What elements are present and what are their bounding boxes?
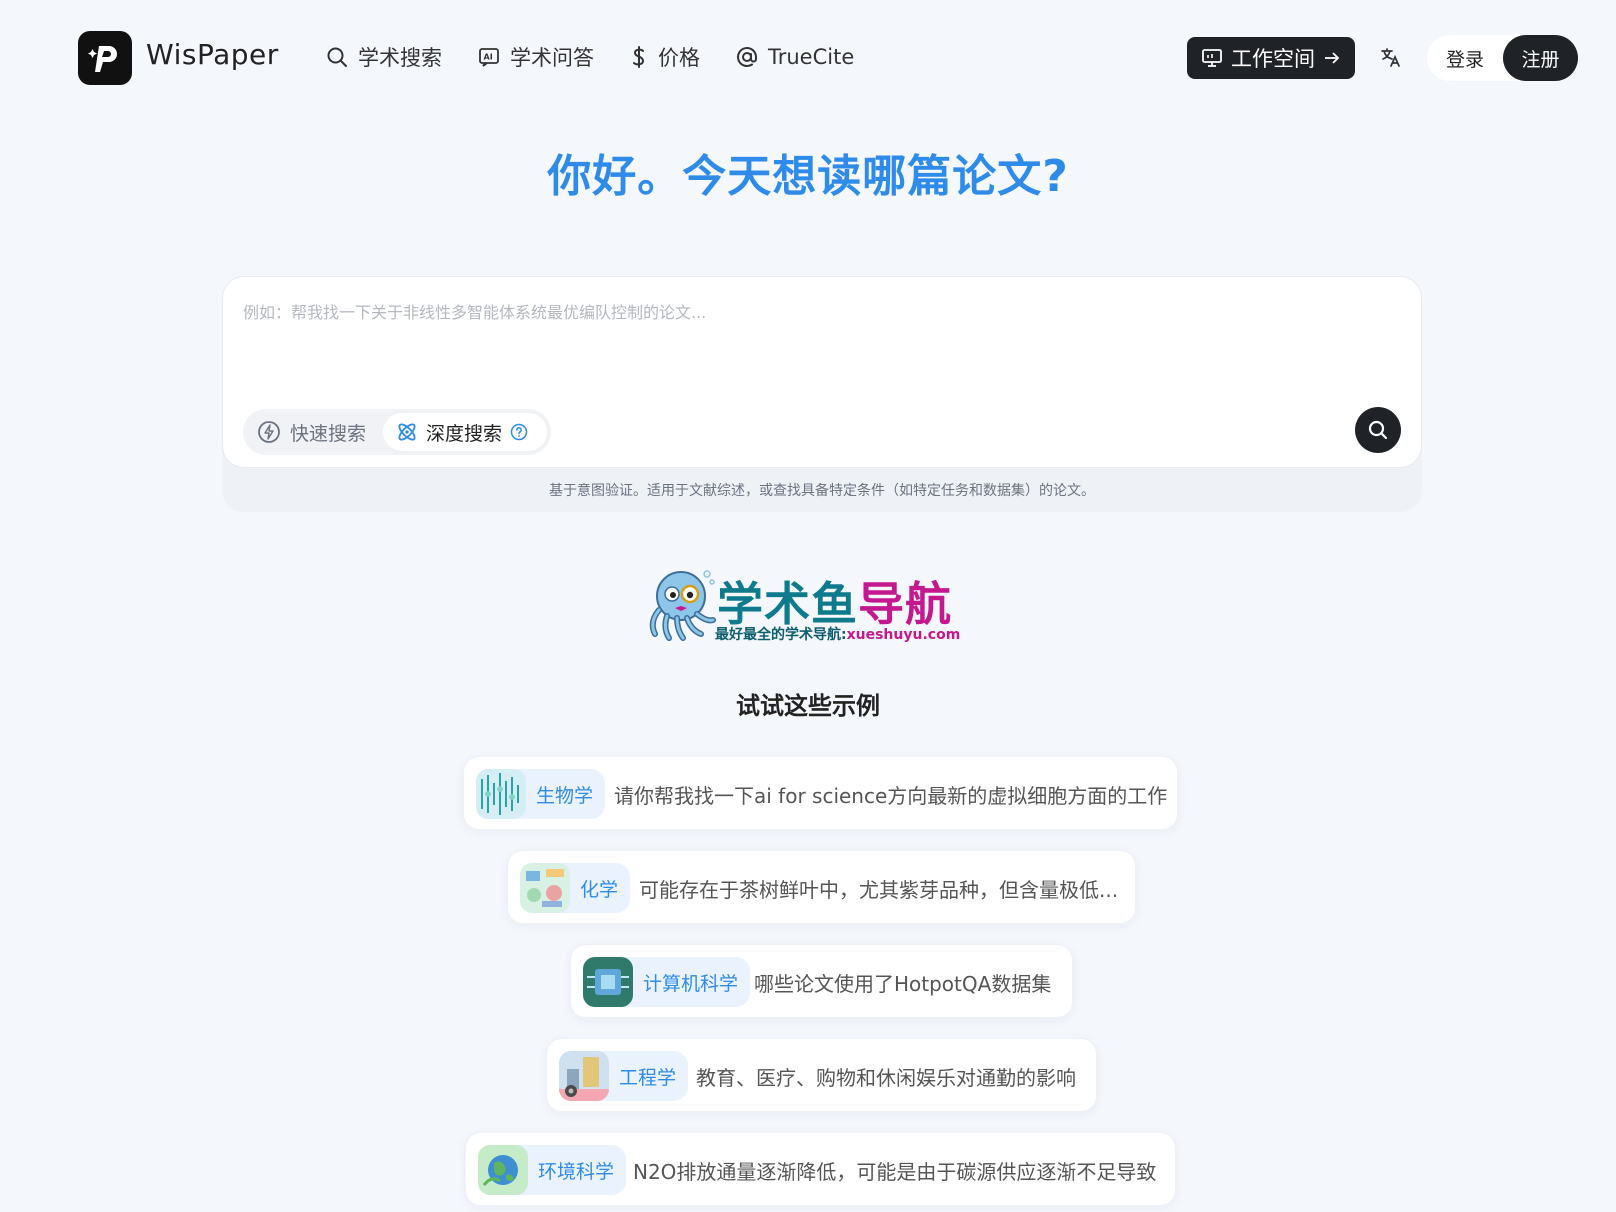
atom-icon	[398, 423, 416, 441]
example-text: N2O排放通量逐渐降低，可能是由于碳源供应逐渐不足导致	[633, 1159, 1157, 1184]
example-tag-pill: 环境科学	[478, 1145, 627, 1195]
engineering-thumbnail-icon	[559, 1051, 609, 1101]
example-tag-pill: 化学	[520, 863, 631, 913]
svg-text:AI: AI	[484, 53, 493, 62]
login-button[interactable]: 登录	[1427, 35, 1503, 81]
auth-group: 登录 注册	[1427, 35, 1578, 81]
nav-pricing[interactable]: 价格	[630, 42, 700, 72]
example-tag-pill: 计算机科学	[583, 957, 751, 1007]
mode-deep-label: 深度搜索	[426, 422, 503, 445]
examples-title: 试试这些示例	[736, 692, 880, 720]
example-text: 教育、医疗、购物和休闲娱乐对通勤的影响	[696, 1065, 1076, 1090]
example-tag: 生物学	[536, 784, 594, 807]
nav-academic-qa[interactable]: AI 学术问答	[478, 42, 594, 72]
example-tag-pill: 工程学	[559, 1051, 689, 1101]
example-card-engineering[interactable]: 工程学 教育、医疗、购物和休闲娱乐对通勤的影响	[546, 1038, 1097, 1112]
lightning-icon	[258, 421, 280, 443]
mode-fast-search[interactable]: 快速搜索	[257, 409, 366, 455]
search-submit-button[interactable]	[1355, 407, 1401, 453]
example-card-chemistry[interactable]: 化学 可能存在于茶树鲜叶中，尤其紫芽品种，但含量极低...	[507, 850, 1136, 924]
example-card-computer-science[interactable]: 计算机科学 哪些论文使用了HotpotQA数据集	[570, 944, 1073, 1018]
example-text: 请你帮我找一下ai for science方向最新的虚拟细胞方面的工作	[614, 783, 1168, 808]
computer-science-thumbnail-icon	[583, 957, 633, 1007]
nav-label: TrueCite	[768, 45, 855, 69]
register-button[interactable]: 注册	[1503, 35, 1578, 81]
example-tag: 工程学	[619, 1066, 677, 1089]
example-tag-pill: 生物学	[476, 769, 606, 819]
search-panel: 快速搜索 深度搜索 基于意图验证。适用于文献综述，或查找具备特定条件（如特定任务…	[222, 276, 1422, 512]
xueshuyu-banner[interactable]: 学术鱼导航 最好最全的学术导航:xueshuyu.com	[645, 566, 975, 646]
biology-thumbnail-icon	[476, 769, 526, 819]
main-nav: 学术搜索 AI 学术问答 价格 TrueCite	[326, 42, 854, 72]
example-card-biology[interactable]: 生物学 请你帮我找一下ai for science方向最新的虚拟细胞方面的工作	[463, 756, 1178, 830]
example-tag: 计算机科学	[643, 972, 739, 995]
ai-chat-icon: AI	[479, 48, 499, 67]
banner-subtitle-part2: xueshuyu.com	[846, 627, 961, 643]
brand-name[interactable]: WisPaper	[146, 38, 279, 71]
environmental-science-thumbnail-icon	[478, 1145, 528, 1195]
workspace-button[interactable]: 工作空间	[1187, 37, 1355, 79]
search-icon	[1368, 420, 1388, 440]
dollar-icon	[633, 46, 645, 68]
search-mode-hint: 基于意图验证。适用于文献综述，或查找具备特定条件（如特定任务和数据集）的论文。	[549, 483, 1095, 499]
help-icon[interactable]	[510, 423, 528, 441]
example-text: 可能存在于茶树鲜叶中，尤其紫芽品种，但含量极低...	[639, 877, 1119, 902]
at-icon	[737, 47, 757, 67]
wispaper-logo-icon[interactable]	[78, 31, 132, 85]
hero-title: 你好。今天想读哪篇论文?	[547, 151, 1069, 202]
banner-subtitle-part1: 最好最全的学术导航:	[715, 627, 847, 643]
search-icon	[327, 47, 347, 67]
example-text: 哪些论文使用了HotpotQA数据集	[754, 971, 1052, 996]
banner-title-part2: 导航	[858, 577, 952, 631]
nav-label: 价格	[658, 46, 700, 70]
workspace-label: 工作空间	[1231, 47, 1315, 71]
arrow-right-icon	[1325, 52, 1340, 64]
monitor-icon	[1202, 49, 1222, 67]
nav-label: 学术搜索	[358, 46, 442, 70]
example-tag: 化学	[580, 878, 619, 901]
example-card-environmental-science[interactable]: 环境科学 N2O排放通量逐渐降低，可能是由于碳源供应逐渐不足导致	[465, 1132, 1176, 1206]
search-input[interactable]	[243, 297, 1393, 327]
octopus-mascot-icon	[649, 570, 716, 641]
mode-deep-search[interactable]: 深度搜索	[383, 413, 547, 451]
mode-fast-label: 快速搜索	[290, 422, 367, 445]
banner-title-part1: 学术鱼	[717, 577, 858, 631]
chemistry-thumbnail-icon	[520, 863, 570, 913]
translate-icon[interactable]	[1380, 46, 1402, 72]
nav-truecite[interactable]: TrueCite	[736, 45, 854, 69]
banner-subtitle: 最好最全的学术导航:xueshuyu.com	[715, 624, 960, 644]
nav-label: 学术问答	[510, 46, 594, 70]
top-header: WisPaper 学术搜索 AI 学术问答 价格 TrueCite 工作空间 登…	[0, 0, 1616, 116]
search-mode-toggle: 快速搜索 深度搜索	[243, 409, 551, 455]
example-tag: 环境科学	[538, 1160, 615, 1183]
search-card: 快速搜索 深度搜索	[222, 276, 1422, 468]
nav-academic-search[interactable]: 学术搜索	[326, 42, 442, 72]
